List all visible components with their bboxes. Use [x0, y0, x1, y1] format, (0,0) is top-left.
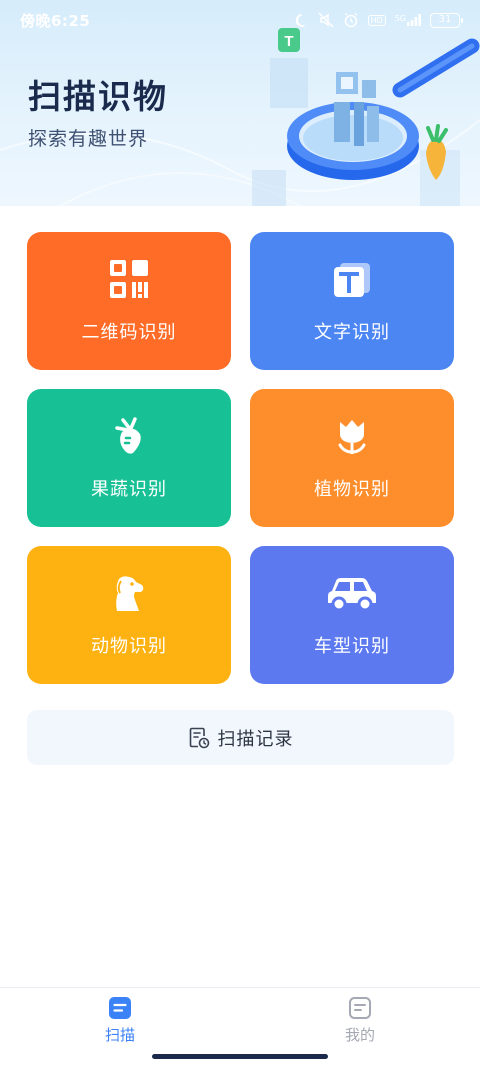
qr-code-icon: [108, 258, 150, 300]
text-recognition-card[interactable]: 文字识别: [250, 232, 454, 370]
car-recognition-card[interactable]: 车型识别: [250, 546, 454, 684]
status-time: 傍晚6:25: [20, 11, 91, 30]
hero-banner: 傍晚6:25 HD 5G 31 扫描识物 探索有趣世界 T: [0, 0, 480, 206]
tab-scan[interactable]: 扫描: [60, 996, 180, 1045]
card-label: 果蔬识别: [91, 479, 167, 500]
tab-mine[interactable]: 我的: [300, 996, 420, 1045]
tab-scan-label: 扫描: [104, 1026, 135, 1044]
home-indicator: [152, 1054, 328, 1059]
animal-recognition-card[interactable]: 动物识别: [27, 546, 231, 684]
card-label: 车型识别: [314, 636, 390, 657]
vegetable-recognition-card[interactable]: 果蔬识别: [27, 389, 231, 527]
scan-history-button[interactable]: 扫描记录: [27, 710, 454, 765]
page-subtitle: 探索有趣世界: [28, 128, 149, 150]
tab-mine-label: 我的: [344, 1026, 375, 1044]
magnifier-illustration: T: [270, 28, 480, 180]
plant-recognition-card[interactable]: 植物识别: [250, 389, 454, 527]
card-label: 二维码识别: [81, 322, 177, 343]
card-label: 文字识别: [314, 322, 390, 343]
qr-code-recognition-card[interactable]: 二维码识别: [27, 232, 231, 370]
dog-icon: [108, 572, 150, 614]
feature-grid: 二维码识别 文字识别 果蔬识别 植物识别 动物识别 车型识别: [27, 232, 454, 684]
tulip-icon: [331, 415, 373, 457]
card-label: 动物识别: [91, 636, 167, 657]
scan-history-label: 扫描记录: [217, 728, 294, 750]
card-label: 植物识别: [314, 479, 390, 500]
text-icon: [331, 258, 373, 300]
scan-tab-icon: [109, 997, 131, 1019]
car-icon: [326, 572, 378, 614]
carrot-icon: [108, 415, 150, 457]
profile-tab-icon: [349, 997, 371, 1019]
page-title: 扫描识物: [28, 77, 168, 116]
history-document-icon: [189, 727, 209, 748]
svg-text:T: T: [284, 33, 293, 50]
